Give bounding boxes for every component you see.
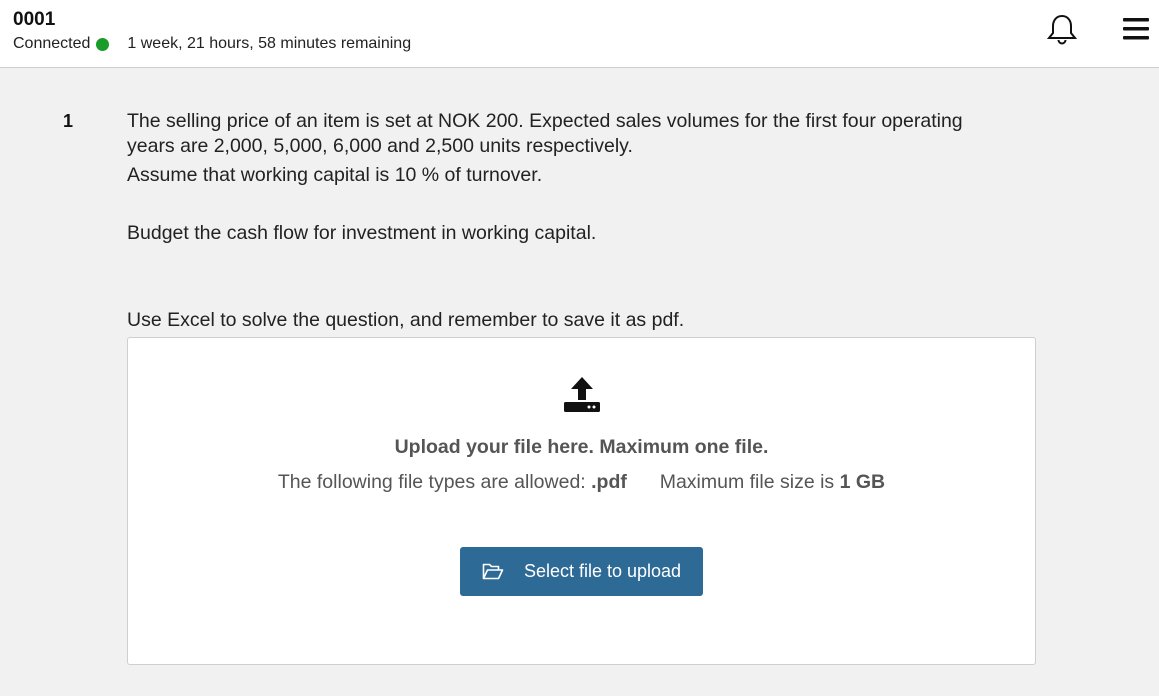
folder-open-icon bbox=[482, 563, 504, 579]
time-remaining: 1 week, 21 hours, 58 minutes remaining bbox=[127, 35, 412, 52]
question-paragraph: Assume that working capital is 10 % of t… bbox=[127, 164, 543, 186]
question-text: The selling price of an item is set at N… bbox=[127, 109, 1007, 246]
file-upload-dropzone[interactable]: Upload your file here. Maximum one file.… bbox=[127, 337, 1036, 665]
max-size-label: Maximum file size is bbox=[659, 471, 835, 493]
question-number: 1 bbox=[63, 111, 74, 131]
max-size-value: 1 GB bbox=[839, 471, 886, 493]
question-instruction: Use Excel to solve the question, and rem… bbox=[127, 309, 685, 331]
upload-icon bbox=[562, 376, 602, 414]
top-bar: 0001 Connected 1 week, 21 hours, 58 minu… bbox=[0, 0, 1159, 68]
candidate-id: 0001 bbox=[13, 9, 56, 30]
question-paragraph: The selling price of an item is set at N… bbox=[127, 110, 963, 157]
select-file-button[interactable]: Select file to upload bbox=[460, 547, 703, 596]
connection-label: Connected bbox=[13, 35, 91, 52]
status-line: Connected 1 week, 21 hours, 58 minutes r… bbox=[13, 35, 411, 53]
bell-icon[interactable] bbox=[1045, 12, 1079, 46]
upload-constraints: The following file types are allowed: .p… bbox=[128, 471, 1035, 494]
upload-title: Upload your file here. Maximum one file. bbox=[394, 436, 769, 458]
connection-status-dot bbox=[96, 37, 110, 51]
question-paragraph: Budget the cash flow for investment in w… bbox=[127, 222, 597, 244]
hamburger-menu-icon[interactable] bbox=[1122, 16, 1150, 42]
select-file-label: Select file to upload bbox=[523, 561, 682, 581]
allowed-types-value: .pdf bbox=[591, 471, 627, 493]
allowed-types-label: The following file types are allowed: bbox=[277, 471, 586, 493]
